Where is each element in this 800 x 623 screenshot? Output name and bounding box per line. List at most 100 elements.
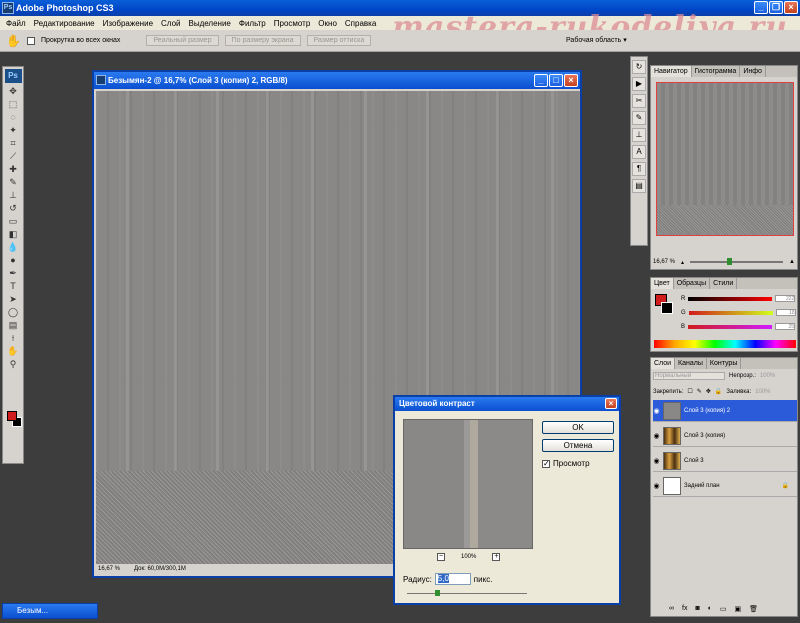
fit-screen-button[interactable]: По размеру экрана (224, 35, 301, 46)
move-tool-icon[interactable]: ✥ (4, 85, 22, 97)
checkbox-scroll-all[interactable] (26, 36, 35, 45)
ok-button[interactable]: OK (542, 421, 614, 434)
channel-r-value[interactable]: 222 (775, 295, 796, 302)
lock-transparency-icon[interactable]: ☐ (687, 388, 692, 395)
lasso-tool-icon[interactable]: ◌ (4, 111, 22, 123)
visibility-eye-icon[interactable]: ◉ (653, 407, 660, 415)
crop-tool-icon[interactable]: ⌗ (4, 137, 22, 149)
trash-icon[interactable]: 🗑 (749, 605, 758, 613)
color-spectrum-ramp[interactable] (654, 340, 796, 348)
history-panel-icon[interactable]: ↻ (632, 60, 646, 74)
tab-navigator[interactable]: Навигатор (651, 66, 692, 77)
eyedropper-tool-icon[interactable]: ⟊ (4, 332, 22, 344)
layer-row[interactable]: ◉ Слой 3 (копия) 2 (653, 400, 797, 422)
zoom-out-button[interactable]: − (437, 553, 445, 561)
blend-mode-select[interactable]: Нормальный (653, 372, 725, 380)
fill-value[interactable]: 100% (755, 389, 770, 395)
brushes-panel-icon[interactable]: ✎ (632, 111, 646, 125)
tab-color[interactable]: Цвет (651, 278, 674, 289)
tab-channels[interactable]: Каналы (675, 358, 707, 369)
shape-tool-icon[interactable]: ◯ (4, 306, 22, 318)
radius-slider[interactable] (407, 590, 527, 596)
menu-file[interactable]: Файл (2, 19, 30, 28)
tab-swatches[interactable]: Образцы (674, 278, 711, 289)
brush-tool-icon[interactable]: ✎ (4, 176, 22, 188)
doc-maximize-button[interactable]: □ (549, 74, 563, 87)
adjustment-layer-icon[interactable]: ◐ (708, 605, 712, 613)
lock-position-icon[interactable]: ✥ (706, 388, 711, 395)
doc-minimize-button[interactable]: _ (534, 74, 548, 87)
new-layer-icon[interactable]: ▣ (735, 605, 742, 613)
layer-row[interactable]: ◉ Слой 3 (653, 450, 797, 472)
radius-slider-knob[interactable] (435, 590, 440, 596)
radius-input[interactable]: 5,0 (434, 573, 471, 585)
layer-mask-icon[interactable]: ◙ (695, 605, 699, 613)
preview-checkbox[interactable]: ✓ (542, 459, 550, 468)
actual-pixels-button[interactable]: Реальный размер (146, 35, 219, 46)
menu-edit[interactable]: Редактирование (30, 19, 99, 28)
paragraph-panel-icon[interactable]: ¶ (632, 162, 646, 176)
filter-preview[interactable] (403, 419, 533, 549)
zoom-in-icon[interactable]: ▲ (789, 259, 795, 265)
print-size-button[interactable]: Размер оттиска (306, 35, 372, 46)
actions-panel-icon[interactable]: ▶ (632, 77, 646, 91)
lock-image-icon[interactable]: ✎ (697, 388, 702, 395)
minimized-window[interactable]: Безым... (2, 603, 98, 619)
clone-stamp-icon[interactable]: ⊥ (4, 189, 22, 201)
visibility-eye-icon[interactable]: ◉ (653, 432, 660, 440)
navigator-preview[interactable] (656, 82, 794, 236)
tab-layers[interactable]: Слои (651, 358, 676, 369)
channel-g-slider[interactable] (688, 310, 773, 315)
healing-brush-icon[interactable]: ✚ (4, 163, 22, 175)
doc-close-button[interactable]: × (564, 74, 578, 87)
tool-presets-icon[interactable]: ✂ (632, 94, 646, 108)
menu-layer[interactable]: Слой (157, 19, 184, 28)
hand-tool-icon[interactable]: ✋ (6, 34, 21, 48)
tab-info[interactable]: Инфо (740, 66, 766, 77)
visibility-eye-icon[interactable]: ◉ (653, 457, 660, 465)
blur-tool-icon[interactable]: 💧 (4, 241, 22, 253)
layer-row[interactable]: ◉ Задний план 🔒 (653, 475, 797, 497)
cancel-button[interactable]: Отмена (542, 439, 614, 452)
hand-tool-box-icon[interactable]: ✋ (4, 345, 22, 357)
gradient-tool-icon[interactable]: ◧ (4, 228, 22, 240)
slice-tool-icon[interactable]: ⟋ (4, 150, 22, 162)
foreground-color-swatch[interactable] (7, 411, 17, 421)
zoom-tool-icon[interactable]: ⚲ (4, 358, 22, 370)
layer-row[interactable]: ◉ Слой 3 (копия) (653, 425, 797, 447)
dialog-titlebar[interactable]: Цветовой контраст × (395, 397, 619, 411)
navigator-zoom-slider[interactable] (690, 258, 784, 265)
channel-r-slider[interactable] (688, 296, 773, 301)
menu-help[interactable]: Справка (341, 19, 380, 28)
channel-g-value[interactable]: 18 (775, 309, 796, 316)
slider-knob[interactable] (727, 258, 733, 265)
type-tool-icon[interactable]: T (4, 280, 22, 292)
tab-paths[interactable]: Контуры (707, 358, 742, 369)
notes-tool-icon[interactable]: ▤ (4, 319, 22, 331)
character-panel-icon[interactable]: A (632, 145, 646, 159)
new-group-icon[interactable]: ▭ (720, 605, 727, 613)
layer-style-icon[interactable]: fx (682, 605, 687, 613)
dialog-close-button[interactable]: × (605, 398, 617, 409)
magic-wand-icon[interactable]: ✦ (4, 124, 22, 136)
lock-all-icon[interactable]: 🔒 (715, 388, 722, 395)
tab-styles[interactable]: Стили (710, 278, 738, 289)
menu-select[interactable]: Выделение (184, 19, 234, 28)
workspace-menu[interactable]: Рабочая область ▾ (566, 36, 627, 44)
menu-filter[interactable]: Фильтр (235, 19, 270, 28)
doc-size-info[interactable]: Док: 60,0M/300,1M (134, 564, 186, 574)
tab-histogram[interactable]: Гистограмма (692, 66, 741, 77)
visibility-eye-icon[interactable]: ◉ (653, 482, 660, 490)
document-titlebar[interactable]: Безымян-2 @ 16,7% (Слой 3 (копия) 2, RGB… (94, 72, 580, 89)
layer-comps-icon[interactable]: ▤ (632, 179, 646, 193)
color-bg-swatch[interactable] (661, 302, 673, 314)
path-select-icon[interactable]: ➤ (4, 293, 22, 305)
eraser-tool-icon[interactable]: ▭ (4, 215, 22, 227)
zoom-out-icon[interactable]: ▴ (681, 259, 684, 266)
marquee-tool-icon[interactable]: ⬚ (4, 98, 22, 110)
menu-image[interactable]: Изображение (99, 19, 157, 28)
history-brush-icon[interactable]: ↺ (4, 202, 22, 214)
channel-b-value[interactable]: 25 (775, 323, 796, 330)
opacity-value[interactable]: 100% (760, 373, 775, 379)
clone-source-icon[interactable]: ⊥ (632, 128, 646, 142)
